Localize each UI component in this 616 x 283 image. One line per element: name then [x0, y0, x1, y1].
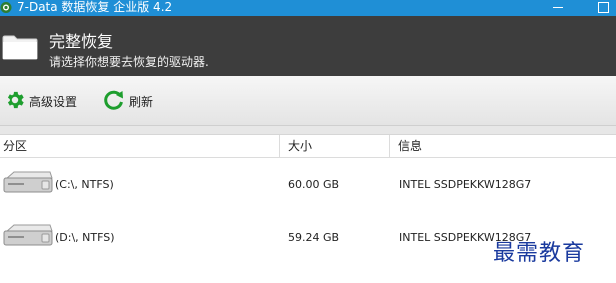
- page-title: 完整恢复: [49, 32, 114, 51]
- refresh-button[interactable]: 刷新: [102, 89, 153, 113]
- column-separator[interactable]: [389, 135, 390, 157]
- divider: [0, 126, 616, 135]
- refresh-icon: [102, 88, 129, 115]
- column-header-info[interactable]: 信息: [398, 138, 422, 154]
- window-titlebar: 7-Data 数据恢复 企业版 4.2: [0, 0, 616, 16]
- advanced-settings-label: 高级设置: [29, 94, 78, 109]
- partition-size: 59.24 GB: [288, 231, 340, 244]
- refresh-label: 刷新: [129, 94, 154, 109]
- column-header-partition[interactable]: 分区: [3, 138, 27, 154]
- hard-drive-icon: [2, 169, 54, 202]
- folder-icon: [2, 34, 38, 64]
- gear-icon: [4, 89, 29, 114]
- watermark-logo: 最需教育: [493, 241, 586, 266]
- column-separator[interactable]: [279, 135, 280, 157]
- column-header-size[interactable]: 大小: [288, 138, 312, 154]
- advanced-settings-button[interactable]: 高级设置: [4, 89, 77, 113]
- partition-info: INTEL SSDPEKKW128G7: [399, 178, 532, 191]
- table-row[interactable]: (C:\, NTFS) 60.00 GB INTEL SSDPEKKW128G7: [0, 163, 616, 207]
- partition-name: (D:\, NTFS): [55, 231, 115, 244]
- table-header: 分区 大小 信息: [0, 135, 616, 158]
- maximize-button[interactable]: [598, 2, 609, 13]
- page-header: 完整恢复 请选择你想要去恢复的驱动器.: [0, 16, 616, 76]
- partition-name: (C:\, NTFS): [55, 178, 114, 191]
- page-subtitle: 请选择你想要去恢复的驱动器.: [49, 55, 209, 69]
- minimize-button[interactable]: [553, 7, 563, 8]
- toolbar: 高级设置 刷新: [0, 76, 616, 126]
- hard-drive-icon: [2, 222, 54, 255]
- partition-size: 60.00 GB: [288, 178, 340, 191]
- window-title: 7-Data 数据恢复 企业版 4.2: [17, 0, 173, 14]
- app-logo-icon: [0, 1, 12, 14]
